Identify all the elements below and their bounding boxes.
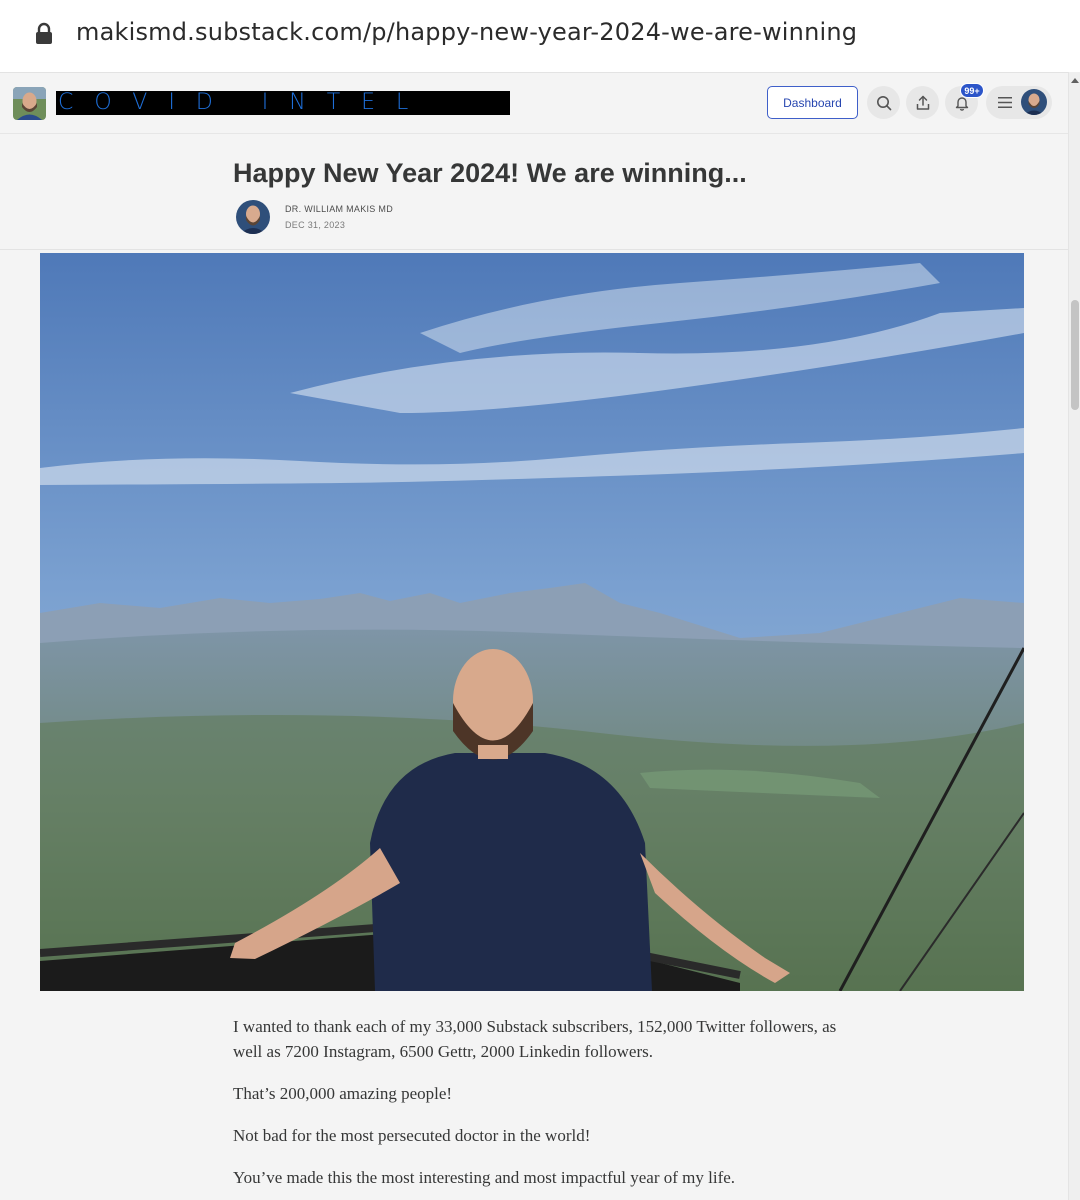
publication-logo[interactable]: COVID INTEL bbox=[56, 91, 510, 115]
paragraph: Not bad for the most persecuted doctor i… bbox=[233, 1126, 591, 1145]
search-button[interactable] bbox=[867, 86, 900, 119]
page-scrollbar[interactable] bbox=[1068, 72, 1080, 1200]
paragraph: I wanted to thank each of my 33,000 Subs… bbox=[233, 1017, 837, 1061]
hero-image bbox=[40, 253, 1024, 991]
notification-badge: 99+ bbox=[960, 83, 984, 98]
user-avatar[interactable] bbox=[1021, 89, 1047, 115]
post-header: Happy New Year 2024! We are winning... D… bbox=[0, 134, 1068, 250]
browser-toolbar: makismd.substack.com/p/happy-new-year-20… bbox=[0, 0, 1080, 72]
share-icon bbox=[916, 95, 929, 110]
post-title: Happy New Year 2024! We are winning... bbox=[233, 158, 747, 188]
search-icon bbox=[876, 95, 891, 110]
lock-icon bbox=[36, 22, 52, 44]
post-date: DEC 31, 2023 bbox=[285, 220, 346, 230]
publication-avatar[interactable] bbox=[13, 87, 46, 120]
paragraph: You’ve made this the most interesting an… bbox=[233, 1168, 736, 1187]
scroll-up-arrow-icon[interactable] bbox=[1071, 78, 1079, 83]
url-text[interactable]: makismd.substack.com/p/happy-new-year-20… bbox=[76, 18, 857, 46]
share-button[interactable] bbox=[906, 86, 939, 119]
author-avatar[interactable] bbox=[236, 200, 270, 234]
paragraph: That’s 200,000 amazing people! bbox=[233, 1084, 453, 1103]
dashboard-button[interactable]: Dashboard bbox=[767, 86, 858, 119]
menu-icon bbox=[998, 97, 1012, 108]
scroll-thumb[interactable] bbox=[1071, 300, 1079, 410]
site-header: COVID INTEL Dashboard 99+ bbox=[0, 72, 1068, 134]
author-name[interactable]: DR. WILLIAM MAKIS MD bbox=[285, 204, 393, 214]
post-body: I wanted to thank each of my 33,000 Subs… bbox=[233, 1014, 843, 1200]
